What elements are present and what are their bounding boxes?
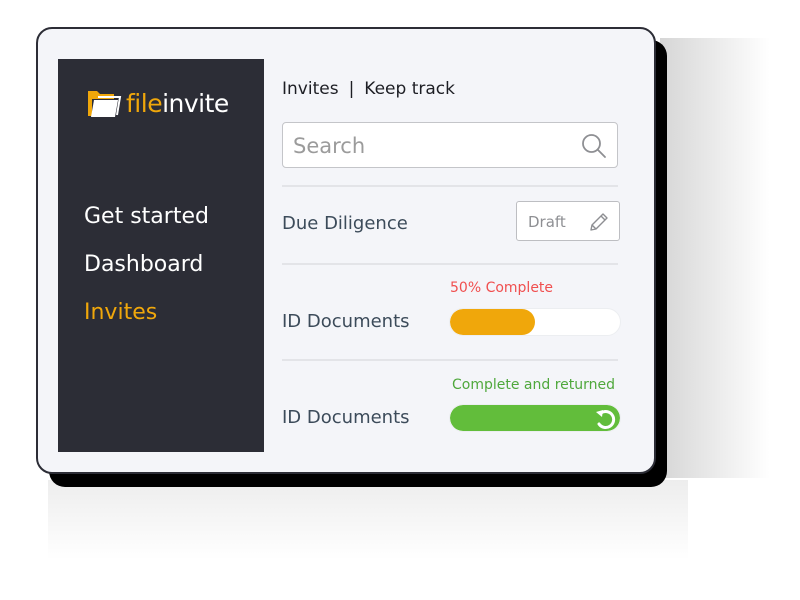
header-separator: | <box>348 79 355 99</box>
search-box[interactable] <box>282 122 618 169</box>
logo-text: fileinvite <box>126 91 229 116</box>
main-panel: Invites | Keep track Due Diligence Draft <box>282 29 654 472</box>
logo[interactable]: fileinvite <box>86 87 229 119</box>
return-arrow-icon[interactable] <box>593 407 617 431</box>
folder-icon <box>86 87 122 119</box>
sidebar-item-dashboard[interactable]: Dashboard <box>84 241 209 289</box>
divider <box>282 263 618 265</box>
page-subtitle: Keep track <box>364 79 455 99</box>
sidebar-item-invites[interactable]: Invites <box>84 289 209 337</box>
complete-status-text: Complete and returned <box>452 377 616 393</box>
logo-text-file: file <box>126 88 163 118</box>
draft-button[interactable]: Draft <box>516 201 620 241</box>
sidebar-nav: Get started Dashboard Invites <box>84 193 209 337</box>
divider <box>282 359 618 361</box>
invite-row-label[interactable]: Due Diligence <box>282 213 408 234</box>
sidebar: fileinvite Get started Dashboard Invites <box>58 59 264 452</box>
app-window: fileinvite Get started Dashboard Invites… <box>36 27 656 474</box>
divider <box>282 185 618 187</box>
search-input[interactable] <box>291 123 575 169</box>
pencil-icon <box>587 210 611 238</box>
page-title: Invites <box>282 79 339 99</box>
invite-row-label[interactable]: ID Documents <box>282 407 410 428</box>
invite-row-label[interactable]: ID Documents <box>282 311 410 332</box>
logo-text-invite: invite <box>162 88 229 118</box>
complete-progress-bar <box>449 404 621 432</box>
page-header: Invites | Keep track <box>282 79 455 99</box>
progress-status-text: 50% Complete <box>450 280 554 296</box>
window-shadow-bottom <box>48 480 688 560</box>
progress-bar-fill <box>450 309 535 335</box>
search-icon[interactable] <box>581 133 607 163</box>
draft-button-label: Draft <box>528 213 566 231</box>
progress-bar <box>449 308 621 336</box>
sidebar-item-get-started[interactable]: Get started <box>84 193 209 241</box>
window-shadow <box>660 38 770 478</box>
